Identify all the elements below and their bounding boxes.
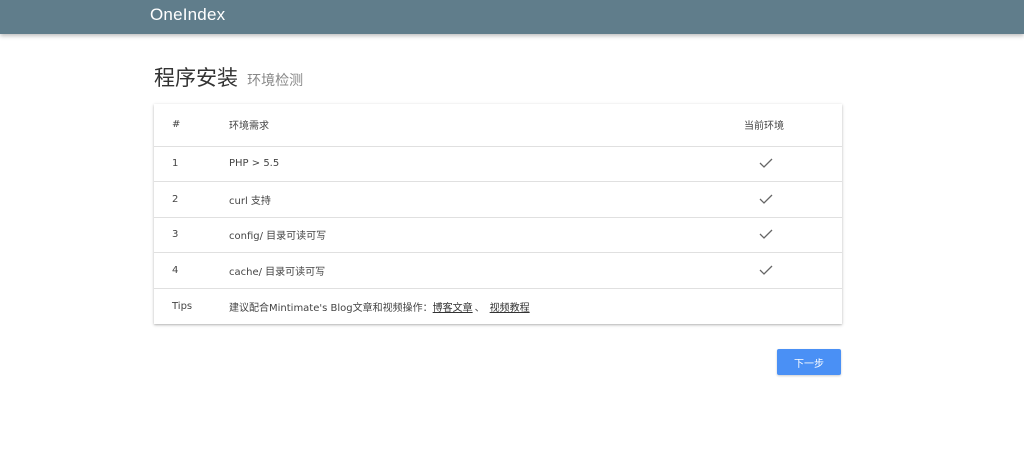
table-row: 2 curl 支持 (154, 181, 842, 218)
blog-article-link[interactable]: 博客文章 (433, 303, 473, 314)
row-requirement: PHP > 5.5 (229, 158, 280, 170)
tips-label: Tips (172, 300, 193, 312)
check-icon (759, 194, 773, 204)
page-heading: 程序安装 环境检测 (154, 62, 303, 92)
table-row: 1 PHP > 5.5 (154, 146, 842, 182)
row-status (744, 182, 842, 218)
column-header-current: 当前环境 (744, 121, 784, 133)
check-icon (759, 265, 773, 275)
row-status (744, 217, 842, 253)
video-tutorial-link[interactable]: 视频教程 (490, 303, 530, 314)
table-row: 4 cache/ 目录可读可写 (154, 252, 842, 289)
row-index: 3 (172, 229, 179, 241)
app-brand[interactable]: OneIndex (150, 5, 225, 25)
row-requirement: config/ 目录可读可写 (229, 231, 327, 243)
check-icon (759, 158, 773, 169)
row-index: 4 (172, 265, 179, 277)
row-status (744, 253, 842, 289)
page-subtitle: 环境检测 (247, 73, 304, 89)
environment-check-card: # 环境需求 当前环境 1 PHP > 5.5 2 curl 支持 3 conf… (154, 104, 842, 324)
environment-table: # 环境需求 当前环境 1 PHP > 5.5 2 curl 支持 3 conf… (154, 104, 842, 324)
check-icon (759, 230, 773, 240)
row-requirement: cache/ 目录可读可写 (229, 267, 326, 279)
table-row: 3 config/ 目录可读可写 (154, 217, 842, 253)
column-header-requirement: 环境需求 (229, 121, 269, 133)
tips-text: 建议配合Mintimate's Blog文章和视频操作： (229, 302, 433, 314)
row-index: 1 (172, 158, 179, 170)
page-title: 程序安装 (154, 66, 238, 90)
tips-row: Tips 建议配合Mintimate's Blog文章和视频操作：博客文章、视频… (154, 288, 842, 324)
tips-separator: 、 (474, 302, 485, 314)
row-status (744, 146, 842, 182)
column-header-index: # (172, 119, 181, 131)
row-index: 2 (172, 193, 179, 205)
top-nav-bar: OneIndex (0, 0, 1024, 34)
table-header-row: # 环境需求 当前环境 (154, 104, 842, 146)
next-step-button[interactable]: 下一步 (777, 349, 841, 375)
tips-content: 建议配合Mintimate's Blog文章和视频操作：博客文章、视频教程 (229, 288, 842, 324)
row-requirement: curl 支持 (229, 195, 271, 207)
